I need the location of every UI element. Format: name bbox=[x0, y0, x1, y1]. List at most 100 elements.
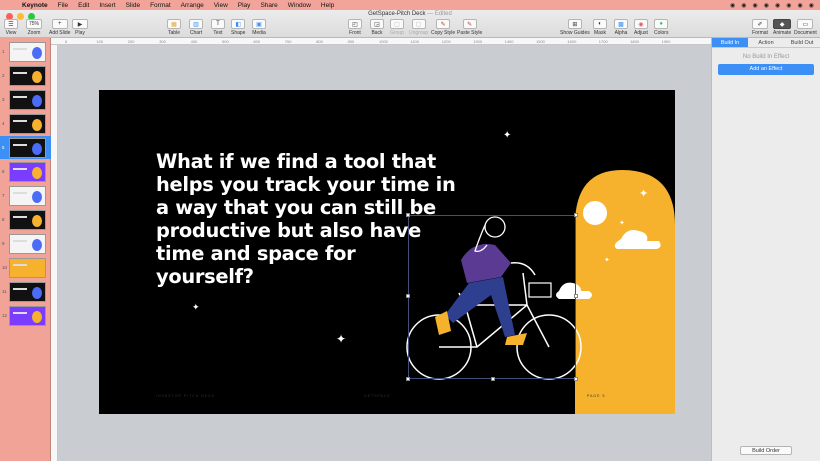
view-button[interactable]: ☰ View bbox=[4, 19, 18, 36]
view-icon: ☰ bbox=[4, 19, 18, 29]
alpha-button[interactable]: ▩ Alpha bbox=[614, 19, 628, 36]
vertical-ruler bbox=[51, 45, 58, 461]
menu-window[interactable]: Window bbox=[288, 2, 311, 9]
slide-thumbnail[interactable]: 4 bbox=[0, 112, 51, 135]
resize-handle[interactable] bbox=[406, 294, 410, 298]
menu-arrange[interactable]: Arrange bbox=[181, 2, 204, 9]
thumb-text-line bbox=[13, 48, 27, 50]
wifi-icon[interactable]: ◉ bbox=[764, 2, 769, 9]
menu-format[interactable]: Format bbox=[150, 2, 171, 9]
guides-icon: ⊞ bbox=[567, 19, 582, 29]
table-button[interactable]: ▦ Table bbox=[167, 19, 181, 36]
document-button[interactable]: ▭ Document bbox=[794, 19, 817, 36]
add-effect-button[interactable]: Add an Effect bbox=[718, 64, 814, 75]
menu-share[interactable]: Share bbox=[260, 2, 277, 9]
status-icon-3[interactable]: ◉ bbox=[753, 2, 758, 9]
menu-edit[interactable]: Edit bbox=[78, 2, 89, 9]
dropbox-icon[interactable]: ◉ bbox=[730, 2, 735, 9]
resize-handle[interactable] bbox=[574, 294, 578, 298]
status-icon-2[interactable]: ◉ bbox=[741, 2, 746, 9]
slide-preview bbox=[9, 258, 46, 278]
adjust-button[interactable]: ◉ Adjust bbox=[634, 19, 648, 36]
ruler-tick-label: 1700 bbox=[598, 39, 608, 44]
slide-number: 3 bbox=[2, 97, 5, 102]
menu-insert[interactable]: Insert bbox=[99, 2, 115, 9]
mask-button[interactable]: ◐ Mask bbox=[593, 19, 607, 36]
menu-help[interactable]: Help bbox=[321, 2, 334, 9]
tab-action[interactable]: Action bbox=[748, 38, 784, 47]
build-order-button[interactable]: Build Order bbox=[740, 446, 792, 455]
resize-handle[interactable] bbox=[574, 377, 578, 381]
mask-label: Mask bbox=[594, 30, 606, 36]
slide-thumbnail[interactable]: 5 bbox=[0, 136, 51, 159]
play-button[interactable]: ▶ Play bbox=[72, 19, 88, 36]
ruler-tick-label: 400 bbox=[190, 39, 198, 44]
add-slide-button[interactable]: + Add Slide bbox=[49, 19, 70, 36]
slide-canvas[interactable]: What if we find a tool that helps you tr… bbox=[58, 45, 711, 461]
colors-button[interactable]: ● Colors bbox=[654, 19, 668, 36]
plus-icon: + bbox=[51, 19, 68, 29]
back-button[interactable]: ◲ Back bbox=[370, 19, 384, 36]
notification-icon[interactable]: ◉ bbox=[809, 2, 814, 9]
slide-preview bbox=[9, 114, 46, 134]
slide-preview bbox=[9, 234, 46, 254]
text-button[interactable]: T Text bbox=[211, 19, 225, 36]
thumb-text-line bbox=[13, 288, 27, 290]
front-button[interactable]: ◰ Front bbox=[348, 19, 362, 36]
resize-handle[interactable] bbox=[406, 377, 410, 381]
selection-box[interactable] bbox=[406, 213, 578, 381]
sparkle-icon: ✦ bbox=[619, 219, 625, 227]
menu-view[interactable]: View bbox=[214, 2, 228, 9]
slide-thumbnail[interactable]: 7 bbox=[0, 184, 51, 207]
slide-thumbnail[interactable]: 12 bbox=[0, 304, 51, 327]
slide-thumbnail[interactable]: 10 bbox=[0, 256, 51, 279]
ruler-tick-label: 0 bbox=[65, 39, 68, 44]
paste-style-button[interactable]: ✎ Paste Style bbox=[457, 19, 482, 36]
slide-preview bbox=[9, 282, 46, 302]
paintbrush-icon: ✐ bbox=[752, 19, 768, 29]
search-icon[interactable]: ◉ bbox=[786, 2, 791, 9]
resize-handle[interactable] bbox=[491, 377, 495, 381]
slide-footer-left: INVESTOR PITCH DECK bbox=[156, 394, 215, 398]
shape-button[interactable]: ◧ Shape bbox=[231, 19, 245, 36]
current-slide[interactable]: What if we find a tool that helps you tr… bbox=[99, 90, 675, 414]
show-guides-button[interactable]: ⊞ Show Guides bbox=[560, 19, 590, 36]
battery-icon[interactable]: ◉ bbox=[775, 2, 780, 9]
ruler-tick-label: 200 bbox=[127, 39, 135, 44]
ruler-tick-label: 1400 bbox=[504, 39, 514, 44]
slide-thumbnail[interactable]: 8 bbox=[0, 208, 51, 231]
tab-build-in[interactable]: Build In bbox=[712, 38, 748, 47]
slide-thumbnail[interactable]: 1 bbox=[0, 40, 51, 63]
sparkle-icon: ✦ bbox=[639, 188, 648, 200]
slide-thumbnail[interactable]: 11 bbox=[0, 280, 51, 303]
slide-thumbnail[interactable]: 6 bbox=[0, 160, 51, 183]
slide-number: 11 bbox=[2, 289, 7, 294]
menu-file[interactable]: File bbox=[58, 2, 68, 9]
thumb-text-line bbox=[13, 72, 27, 74]
menu-slide[interactable]: Slide bbox=[126, 2, 140, 9]
chart-button[interactable]: ▥ Chart bbox=[189, 19, 203, 36]
slide-thumbnail[interactable]: 9 bbox=[0, 232, 51, 255]
thumb-text-line bbox=[13, 240, 27, 242]
menu-play[interactable]: Play bbox=[238, 2, 251, 9]
tab-build-out[interactable]: Build Out bbox=[784, 38, 820, 47]
thumb-text-line bbox=[13, 144, 27, 146]
siri-icon[interactable]: ◉ bbox=[798, 2, 803, 9]
slide-thumbnail[interactable]: 2 bbox=[0, 64, 51, 87]
group-button[interactable]: ▢ Group bbox=[390, 19, 404, 36]
zoom-menu[interactable]: 75% Zoom bbox=[26, 19, 42, 36]
slide-thumbnail[interactable]: 3 bbox=[0, 88, 51, 111]
format-button[interactable]: ✐ Format bbox=[752, 19, 768, 36]
menu-keynote[interactable]: Keynote bbox=[22, 2, 48, 9]
resize-handle[interactable] bbox=[574, 213, 578, 217]
media-button[interactable]: ▣ Media bbox=[252, 19, 266, 36]
alpha-label: Alpha bbox=[614, 30, 628, 36]
paste-style-icon: ✎ bbox=[462, 19, 477, 29]
copy-style-button[interactable]: ✎ Copy Style bbox=[431, 19, 455, 36]
resize-handle[interactable] bbox=[406, 213, 410, 217]
ungroup-button[interactable]: ▢ Ungroup bbox=[409, 19, 428, 36]
thumb-graphic bbox=[32, 287, 42, 299]
thumb-graphic bbox=[32, 71, 42, 83]
animate-button[interactable]: ◆ Animate bbox=[773, 19, 791, 36]
add-slide-label: Add Slide bbox=[49, 30, 71, 36]
